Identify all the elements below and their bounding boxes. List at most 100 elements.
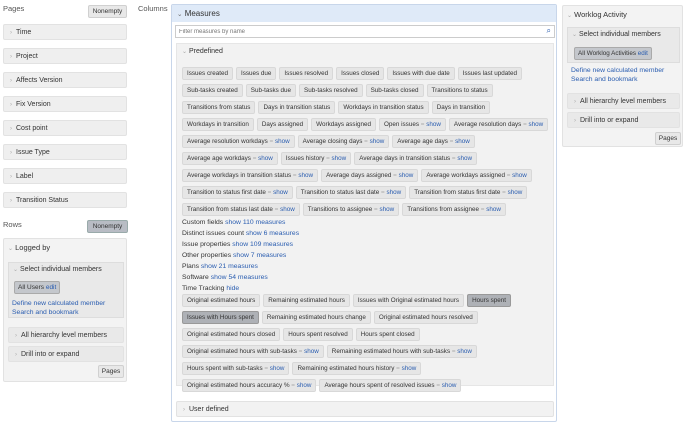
all-hierarchy-level-members[interactable]: › All hierarchy level members <box>8 327 124 343</box>
page-dimension-3[interactable]: › Fix Version <box>3 96 127 112</box>
chevron-down-icon[interactable]: ⌄ <box>572 32 577 38</box>
measure-chip[interactable]: Transitions from assignee = show <box>402 203 506 216</box>
measure-group-toggle-link[interactable]: show 54 measures <box>211 274 268 281</box>
measure-chip[interactable]: Issues resolved <box>279 67 334 80</box>
show-link[interactable]: show <box>275 138 290 145</box>
show-link[interactable]: show <box>399 172 414 179</box>
measure-chip[interactable]: Original estimated hours with sub-tasks … <box>182 345 324 358</box>
measure-group-toggle-link[interactable]: hide <box>226 285 239 292</box>
chevron-down-icon[interactable]: ⌄ <box>8 246 13 252</box>
show-link[interactable]: show <box>442 382 457 389</box>
measure-chip[interactable]: Average age days = show <box>392 135 475 148</box>
measure-chip[interactable]: Average days in transition status = show <box>354 152 478 165</box>
measure-chip[interactable]: Average closing days = show <box>297 135 390 148</box>
pages-button[interactable]: Pages <box>655 132 681 145</box>
measure-chip[interactable]: Average resolution days = show <box>448 118 549 131</box>
page-dimension-7[interactable]: › Transition Status <box>3 192 127 208</box>
measure-chip[interactable]: Days in transition status <box>258 101 336 114</box>
measure-chip[interactable]: Original estimated hours closed <box>182 328 281 341</box>
show-link[interactable]: show <box>512 172 527 179</box>
show-link[interactable]: show <box>529 121 544 128</box>
measure-chip[interactable]: Transition from status first date = show <box>409 186 528 199</box>
measure-chip[interactable]: Average hours spent of resolved issues =… <box>319 379 462 392</box>
chevron-down-icon[interactable]: ⌄ <box>13 267 18 273</box>
measure-group-toggle-link[interactable]: show 110 measures <box>225 219 285 226</box>
edit-link[interactable]: edit <box>46 284 56 291</box>
measure-chip[interactable]: Transition to status first date = show <box>182 186 293 199</box>
measure-chip[interactable]: Transition to status last date = show <box>295 186 407 199</box>
show-link[interactable]: show <box>332 155 347 162</box>
all-users-chip[interactable]: All Users edit <box>14 281 61 294</box>
measure-chip[interactable]: Transitions to assignee = show <box>302 203 400 216</box>
measure-chip[interactable]: Transition from status last date = show <box>182 203 300 216</box>
measure-chip[interactable]: Hours spent closed <box>355 328 420 341</box>
measure-chip[interactable]: Issues with Hours spent <box>182 311 259 324</box>
drill-into-expand[interactable]: › Drill into or expand <box>567 112 680 128</box>
measure-chip[interactable]: Average resolution workdays = show <box>182 135 295 148</box>
measure-chip[interactable]: Workdays in transition status <box>338 101 429 114</box>
page-dimension-5[interactable]: › Issue Type <box>3 144 127 160</box>
show-link[interactable]: show <box>280 206 295 213</box>
measure-group-toggle-link[interactable]: show 109 measures <box>232 241 293 248</box>
define-calculated-member-link[interactable]: Define new calculated member <box>571 67 664 74</box>
measure-chip[interactable]: Sub-tasks resolved <box>299 84 363 97</box>
measure-chip[interactable]: Issues with due date <box>387 67 455 80</box>
show-link[interactable]: show <box>379 206 394 213</box>
measure-chip[interactable]: Issues created <box>182 67 233 80</box>
pages-button[interactable]: Pages <box>98 365 124 378</box>
measure-chip[interactable]: Remaining estimated hours with sub-tasks… <box>326 345 477 358</box>
filter-measures-field[interactable]: ⌕ <box>175 25 555 38</box>
measure-chip[interactable]: Issues due <box>235 67 277 80</box>
show-link[interactable]: show <box>270 365 285 372</box>
measure-chip[interactable]: Sub-tasks due <box>245 84 297 97</box>
measure-chip[interactable]: Hours spent <box>467 294 512 307</box>
show-link[interactable]: show <box>304 348 319 355</box>
pages-nonempty-button[interactable]: Nonempty <box>88 5 127 18</box>
show-link[interactable]: show <box>386 189 401 196</box>
measure-chip[interactable]: Issues last updated <box>457 67 523 80</box>
search-bookmark-link[interactable]: Search and bookmark <box>571 76 638 83</box>
measure-chip[interactable]: Issues closed <box>336 67 385 80</box>
rows-nonempty-button[interactable]: Nonempty <box>87 220 128 233</box>
measure-chip[interactable]: Remaining estimated hours <box>263 294 350 307</box>
measure-chip[interactable]: Hours spent with sub-tasks = show <box>182 362 290 375</box>
measure-chip[interactable]: Original estimated hours resolved <box>373 311 478 324</box>
page-dimension-4[interactable]: › Cost point <box>3 120 127 136</box>
measure-chip[interactable]: Days in transition <box>431 101 491 114</box>
search-bookmark-link[interactable]: Search and bookmark <box>12 309 79 316</box>
show-link[interactable]: show <box>508 189 523 196</box>
measure-chip[interactable]: Transitions to status <box>426 84 493 97</box>
user-defined-section[interactable]: › User defined <box>176 401 554 417</box>
page-dimension-0[interactable]: › Time <box>3 24 127 40</box>
measure-chip[interactable]: Remaining estimated hours change <box>261 311 371 324</box>
chevron-down-icon[interactable]: ⌄ <box>182 49 187 55</box>
chevron-down-icon[interactable]: ⌄ <box>567 13 572 19</box>
measure-chip[interactable]: Issues history = show <box>280 152 352 165</box>
measure-chip[interactable]: Workdays assigned <box>311 118 376 131</box>
measure-chip[interactable]: Average workdays assigned = show <box>421 169 532 182</box>
measure-chip[interactable]: Average workdays in transition status = … <box>182 169 319 182</box>
measure-chip[interactable]: Average age workdays = show <box>182 152 278 165</box>
show-link[interactable]: show <box>298 172 313 179</box>
measure-chip[interactable]: Average days assigned = show <box>321 169 419 182</box>
page-dimension-1[interactable]: › Project <box>3 48 127 64</box>
drill-into-expand[interactable]: › Drill into or expand <box>8 346 124 362</box>
measure-chip[interactable]: Workdays in transition <box>182 118 254 131</box>
show-link[interactable]: show <box>457 155 472 162</box>
edit-link[interactable]: edit <box>638 50 648 57</box>
measure-chip[interactable]: Original estimated hours <box>182 294 261 307</box>
filter-measures-input[interactable] <box>176 26 536 37</box>
define-calculated-member-link[interactable]: Define new calculated member <box>12 300 105 307</box>
measure-chip[interactable]: Sub-tasks created <box>182 84 243 97</box>
measure-chip[interactable]: Issues with Original estimated hours <box>352 294 465 307</box>
page-dimension-2[interactable]: › Affects Version <box>3 72 127 88</box>
show-link[interactable]: show <box>426 121 441 128</box>
measure-group-toggle-link[interactable]: show 7 measures <box>233 252 286 259</box>
measure-chip[interactable]: Days assigned <box>256 118 309 131</box>
page-dimension-6[interactable]: › Label <box>3 168 127 184</box>
measure-chip[interactable]: Open issues = show <box>378 118 446 131</box>
all-worklog-activities-chip[interactable]: All Worklog Activities edit <box>574 47 652 60</box>
show-link[interactable]: show <box>297 382 312 389</box>
search-icon[interactable]: ⌕ <box>547 26 551 36</box>
show-link[interactable]: show <box>455 138 470 145</box>
